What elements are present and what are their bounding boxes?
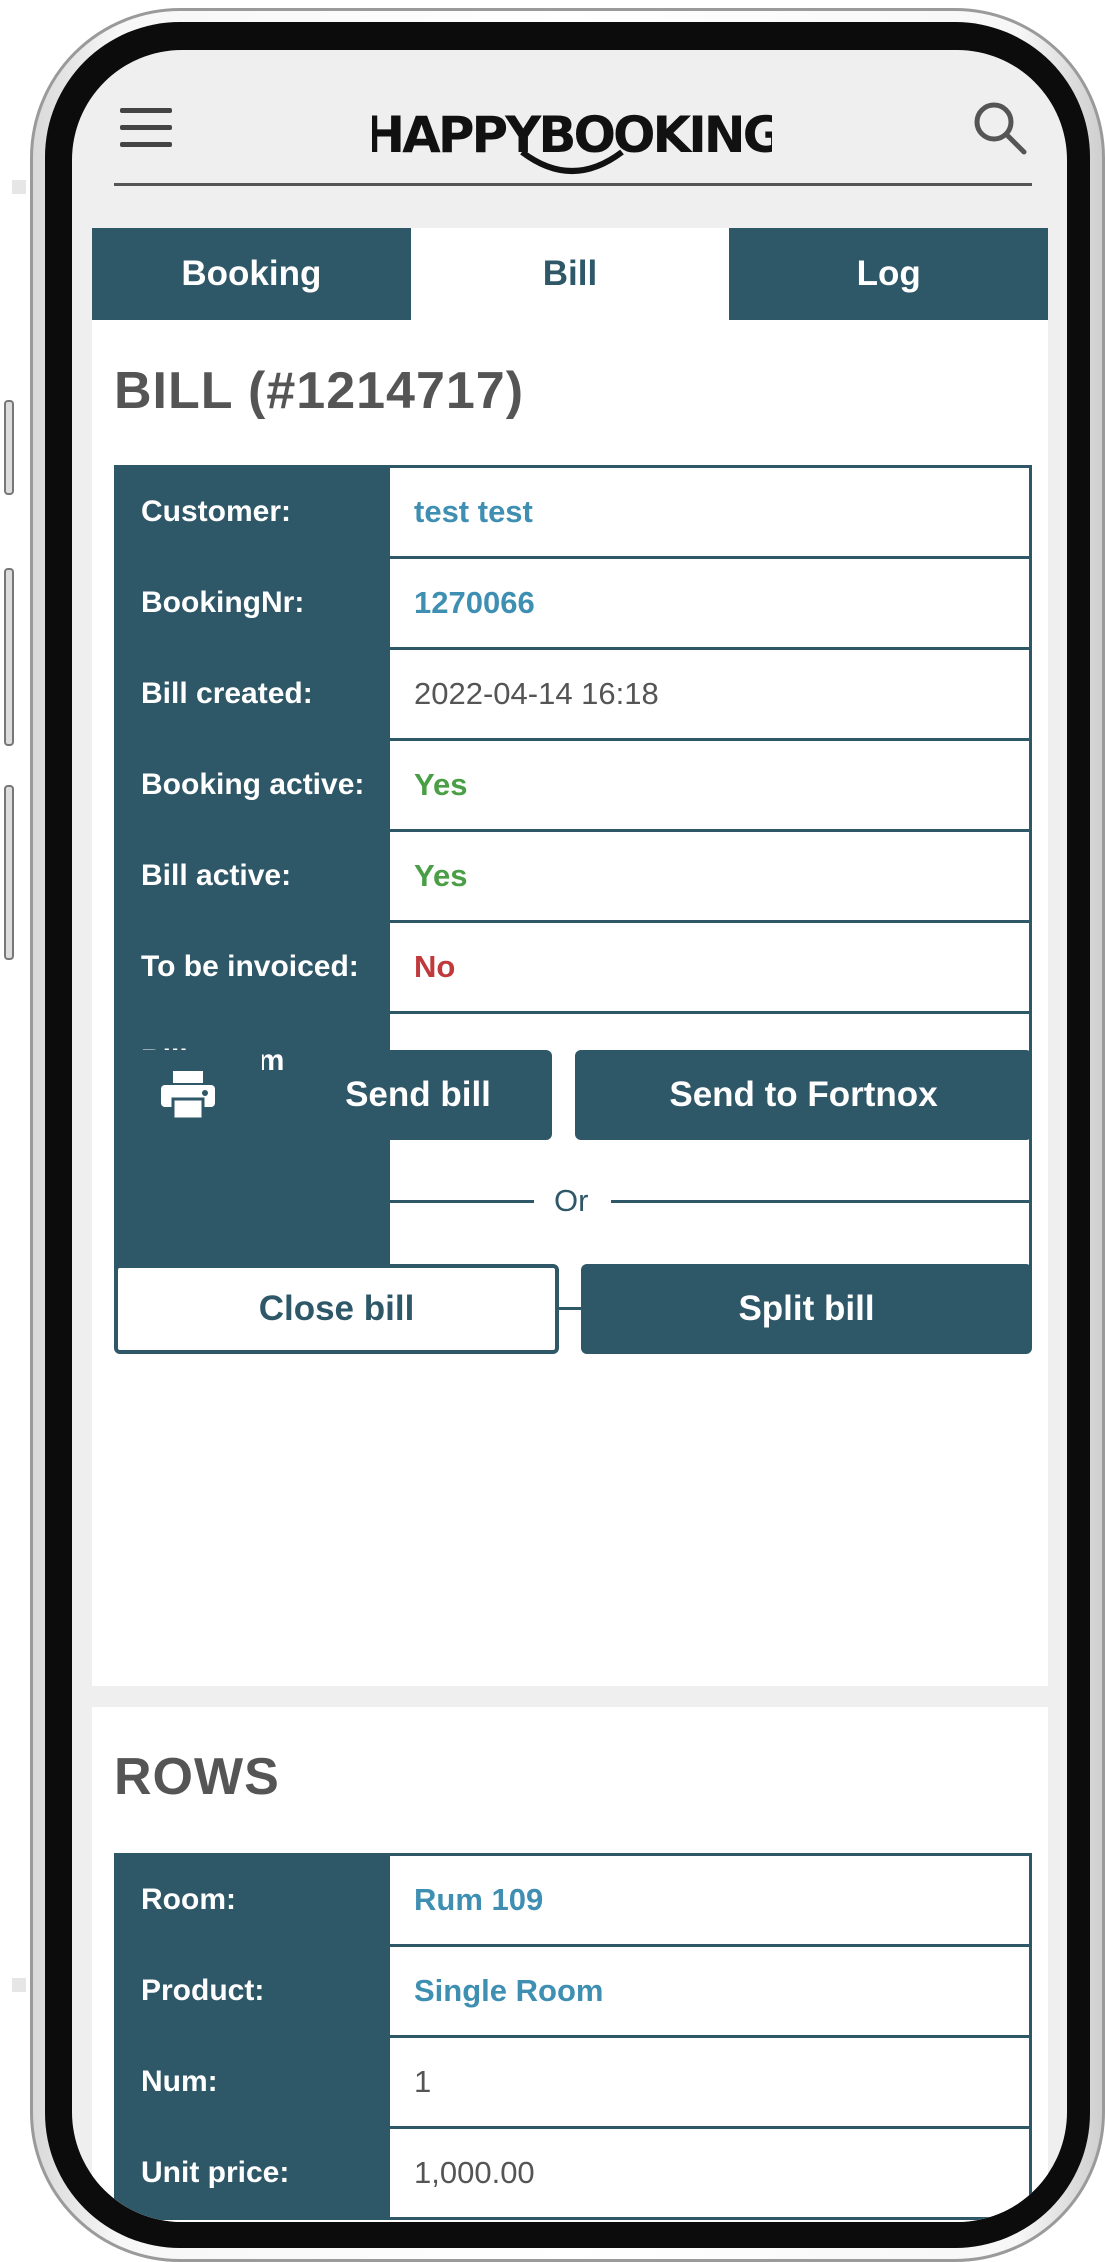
bill-card: Booking Bill Log BILL (#1214717) Custome…	[92, 228, 1049, 1686]
send-bill-button[interactable]: Send bill	[284, 1050, 552, 1140]
table-row: Bill created: 2022-04-14 16:18	[117, 650, 1029, 741]
booking-number-link[interactable]: 1270066	[390, 559, 1029, 647]
table-row: Unit price: 1,000.00	[117, 2129, 1029, 2220]
table-row: Bill active: Yes	[117, 832, 1029, 923]
logo-image: HAPPYBOOKING	[363, 106, 784, 174]
product-link[interactable]: Single Room	[390, 1947, 1029, 2035]
tab-log[interactable]: Log	[729, 228, 1049, 320]
frame-marker	[12, 1978, 26, 1992]
table-row: To be invoiced: No	[117, 923, 1029, 1014]
row-label: BookingNr:	[117, 559, 390, 647]
happybooking-logo[interactable]: HAPPYBOOKING	[363, 90, 784, 174]
row-label: Num:	[117, 2038, 390, 2126]
room-link[interactable]: Rum 109	[390, 1856, 1029, 1944]
side-button	[4, 568, 14, 746]
table-row: Num: 1	[117, 2038, 1029, 2129]
app-header: HAPPYBOOKING	[72, 50, 1067, 186]
print-button[interactable]	[114, 1050, 262, 1140]
booking-active-value: Yes	[390, 741, 1029, 829]
row-label: Room:	[117, 1856, 390, 1944]
svg-text:HAPPYBOOKING: HAPPYBOOKING	[372, 106, 772, 164]
row-label: Product:	[117, 1947, 390, 2035]
row-label: Bill created:	[117, 650, 390, 738]
rows-card: ROWS Room: Rum 109 Product: Single Room …	[92, 1707, 1048, 2222]
table-row: BookingNr: 1270066	[117, 559, 1029, 650]
tab-booking[interactable]: Booking	[92, 228, 411, 320]
tab-bill[interactable]: Bill	[410, 228, 730, 320]
divider-line	[114, 1200, 534, 1203]
header-divider	[114, 183, 1032, 186]
close-bill-button[interactable]: Close bill	[114, 1264, 559, 1354]
rows-title: ROWS	[114, 1748, 280, 1806]
bill-title: BILL (#1214717)	[114, 362, 525, 420]
tab-bar: Booking Bill Log	[92, 228, 1049, 320]
table-row: Customer: test test	[117, 468, 1029, 559]
search-icon[interactable]	[972, 100, 1028, 156]
unit-price-value: 1,000.00	[390, 2129, 1029, 2217]
table-row: Room: Rum 109	[117, 1856, 1029, 1947]
side-button	[4, 785, 14, 960]
customer-link[interactable]: test test	[390, 468, 1029, 556]
send-to-fortnox-button[interactable]: Send to Fortnox	[575, 1050, 1032, 1140]
row-label: Unit price:	[117, 2129, 390, 2217]
or-separator: Or	[554, 1183, 589, 1218]
row-label: Bill active:	[117, 832, 390, 920]
table-row: Booking active: Yes	[117, 741, 1029, 832]
row-label: Customer:	[117, 468, 390, 556]
to-be-invoiced-value: No	[390, 923, 1029, 1011]
hamburger-menu-icon[interactable]	[120, 108, 172, 147]
split-bill-button[interactable]: Split bill	[581, 1264, 1032, 1354]
phone-screen: HAPPYBOOKING Booking Bill Log BILL (#121…	[72, 50, 1067, 2222]
side-button	[4, 400, 14, 495]
divider-line	[611, 1200, 1032, 1203]
table-row: Product: Single Room	[117, 1947, 1029, 2038]
bill-active-value: Yes	[390, 832, 1029, 920]
frame-marker	[12, 180, 26, 194]
printer-icon	[161, 1071, 215, 1121]
row-label: To be invoiced:	[117, 923, 390, 1011]
row-label: Booking active:	[117, 741, 390, 829]
num-value: 1	[390, 2038, 1029, 2126]
bill-created-value: 2022-04-14 16:18	[390, 650, 1029, 738]
rows-info-table: Room: Rum 109 Product: Single Room Num: …	[114, 1853, 1032, 2220]
